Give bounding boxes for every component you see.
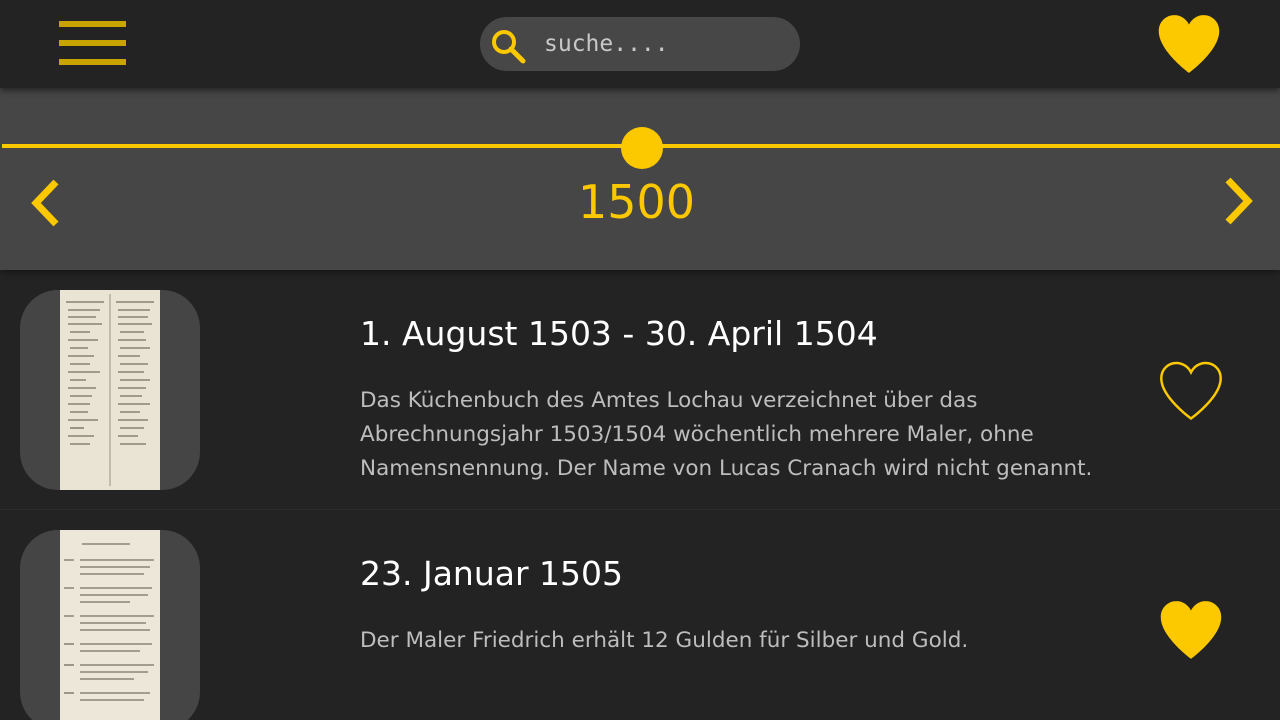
list-item[interactable]: 1. August 1503 - 30. April 1504 Das Küch… — [0, 270, 1280, 510]
timeline-bar: 1500 — [0, 88, 1280, 270]
entry-title: 23. Januar 1505 — [360, 554, 624, 593]
entry-description: Das Küchenbuch des Amtes Lochau verzeich… — [360, 388, 1093, 481]
favorites-heart-icon[interactable] — [1155, 11, 1223, 77]
entries-list: 1. August 1503 - 30. April 1504 Das Küch… — [0, 270, 1280, 720]
chevron-left-icon[interactable] — [26, 176, 66, 230]
heart-filled-icon[interactable] — [1158, 597, 1224, 663]
manuscript-thumbnail-icon[interactable] — [20, 290, 200, 490]
search-box — [480, 17, 800, 71]
top-bar — [0, 0, 1280, 88]
search-input[interactable] — [544, 26, 784, 62]
heart-outline-icon[interactable] — [1158, 358, 1224, 424]
manuscript-page-image — [60, 530, 160, 720]
manuscript-page-image — [60, 290, 160, 490]
entry-description: Der Maler Friedrich erhält 12 Gulden für… — [360, 628, 969, 653]
menu-bar-line — [59, 21, 126, 27]
list-item[interactable]: 23. Januar 1505 Der Maler Friedrich erhä… — [0, 510, 1280, 720]
entry-title: 1. August 1503 - 30. April 1504 — [360, 314, 878, 353]
year-slider-thumb[interactable] — [621, 127, 663, 169]
menu-bar-line — [59, 59, 126, 65]
current-year-label: 1500 — [577, 175, 696, 229]
menu-bar-line — [59, 40, 126, 46]
hamburger-menu-icon[interactable] — [59, 21, 127, 67]
search-icon[interactable] — [489, 27, 527, 65]
chevron-right-icon[interactable] — [1218, 174, 1258, 228]
manuscript-thumbnail-icon[interactable] — [20, 530, 200, 720]
